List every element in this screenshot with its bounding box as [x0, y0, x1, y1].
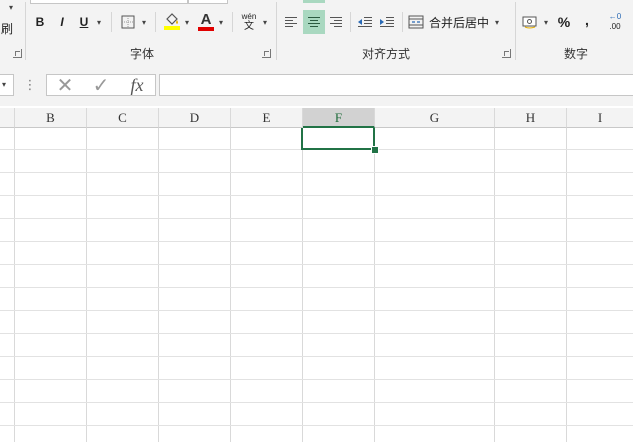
- name-box[interactable]: ▾: [0, 74, 14, 96]
- column-header-g[interactable]: G: [375, 108, 495, 128]
- italic-button[interactable]: I: [54, 12, 70, 32]
- column-header-b[interactable]: B: [15, 108, 87, 128]
- column-header-e[interactable]: E: [231, 108, 303, 128]
- merge-dropdown-icon[interactable]: ▾: [495, 18, 499, 27]
- increase-indent-icon[interactable]: [378, 12, 396, 32]
- decimal-bottom: .00: [609, 22, 621, 31]
- decimal-top: ←0: [608, 12, 622, 21]
- border-icon[interactable]: [118, 12, 138, 32]
- row-header-corner[interactable]: [0, 108, 15, 128]
- enter-icon[interactable]: ✓: [88, 75, 114, 97]
- format-painter-label[interactable]: 刷: [0, 20, 14, 36]
- underline-dropdown-icon[interactable]: ▾: [94, 14, 104, 30]
- phonetic-bottom: 文: [244, 21, 254, 32]
- formula-bar: ▾ ⋮ ✕ ✓ fx: [0, 66, 633, 106]
- insert-function-icon[interactable]: fx: [122, 74, 152, 96]
- fill-color-dropdown-icon[interactable]: ▾: [182, 14, 192, 30]
- font-size-box[interactable]: [188, 0, 228, 4]
- column-header-d[interactable]: D: [159, 108, 231, 128]
- column-header-c[interactable]: C: [87, 108, 159, 128]
- merge-center-button[interactable]: 合并后居中 ▾: [408, 12, 508, 32]
- percent-button[interactable]: %: [555, 12, 573, 32]
- align-left-icon[interactable]: [282, 12, 300, 32]
- decrease-indent-icon[interactable]: [356, 12, 374, 32]
- accounting-dropdown-icon[interactable]: ▾: [541, 14, 551, 30]
- accounting-format-icon[interactable]: [520, 12, 540, 32]
- chevron-down-icon[interactable]: ▾: [6, 2, 16, 12]
- cancel-icon[interactable]: ✕: [52, 75, 78, 97]
- font-group-label: 字体: [130, 47, 155, 61]
- align-center-icon[interactable]: [303, 10, 325, 34]
- font-color-dropdown-icon[interactable]: ▾: [216, 14, 226, 30]
- underline-button[interactable]: U: [76, 12, 92, 32]
- border-dropdown-icon[interactable]: ▾: [139, 14, 149, 30]
- bold-button[interactable]: B: [32, 12, 48, 32]
- increase-decimal-button[interactable]: ←0 .00: [603, 10, 627, 34]
- phonetic-dropdown-icon[interactable]: ▾: [260, 14, 270, 30]
- active-cell[interactable]: [301, 128, 375, 150]
- middle-align-indicator: [303, 0, 325, 3]
- fill-handle[interactable]: [371, 146, 379, 154]
- alignment-launcher-icon[interactable]: [502, 49, 511, 58]
- number-group-label: 数字: [564, 47, 589, 61]
- name-box-dropdown-icon[interactable]: ▾: [2, 80, 6, 89]
- cell-grid[interactable]: [0, 128, 633, 442]
- column-header-i[interactable]: I: [567, 108, 633, 128]
- ribbon: ▾ 刷 B I U ▾ ▾ ▾ A ▾ wén 文 ▾ 字体 合并后居中 ▾ 对…: [0, 0, 633, 67]
- column-header-f[interactable]: F: [303, 108, 375, 128]
- formula-bar-grip-icon[interactable]: ⋮: [24, 76, 37, 94]
- merge-center-label: 合并后居中: [429, 15, 490, 30]
- phonetic-button[interactable]: wén 文: [238, 10, 260, 34]
- clipboard-launcher-icon[interactable]: [13, 49, 22, 58]
- font-color-button[interactable]: A: [196, 10, 216, 32]
- font-color-glyph: A: [200, 10, 212, 28]
- fill-color-icon[interactable]: [162, 10, 182, 32]
- font-launcher-icon[interactable]: [262, 49, 271, 58]
- column-header-h[interactable]: H: [495, 108, 567, 128]
- align-right-icon[interactable]: [327, 12, 345, 32]
- formula-input[interactable]: [159, 74, 633, 96]
- font-name-box[interactable]: [30, 0, 188, 4]
- comma-button[interactable]: ,: [581, 10, 593, 30]
- alignment-group-label: 对齐方式: [362, 47, 411, 61]
- merge-cells-icon: [408, 15, 424, 29]
